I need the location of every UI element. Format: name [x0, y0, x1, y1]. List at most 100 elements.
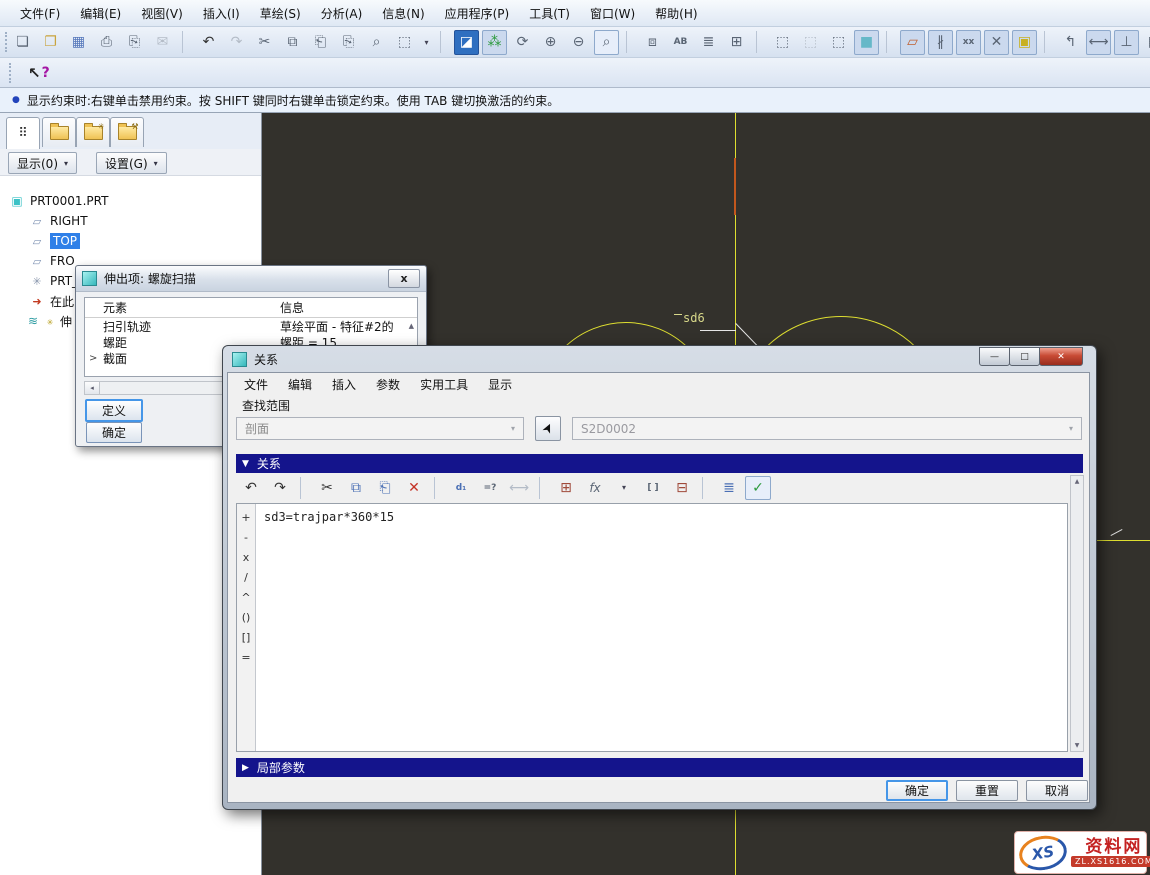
close-button[interactable]: x	[388, 269, 420, 288]
close-button[interactable]: ✕	[1039, 347, 1083, 366]
shaded-icon[interactable]: ■	[854, 30, 879, 55]
view-manager-icon[interactable]: ⊞	[724, 30, 749, 55]
ok-button[interactable]: 确定	[886, 780, 948, 801]
local-parameters-section-header[interactable]: ▶ 局部参数	[236, 758, 1083, 777]
tab-connections[interactable]: ⚒	[110, 117, 144, 147]
select-box-icon[interactable]: ⬚	[392, 30, 417, 55]
reset-button[interactable]: 重置	[956, 780, 1018, 801]
minimize-button[interactable]: —	[979, 347, 1010, 366]
relation-editor[interactable]: +-x/^()[]= sd3=trajpar*360*15	[236, 503, 1068, 752]
rel-menu-utilities[interactable]: 实用工具	[410, 373, 478, 396]
menu-tools[interactable]: 工具(T)	[519, 1, 580, 26]
insert-param-icon[interactable]: ⊞	[553, 476, 579, 500]
ok-button[interactable]: 确定	[86, 422, 142, 443]
redo-icon[interactable]: ↷	[267, 476, 293, 500]
define-button[interactable]: 定义	[85, 399, 143, 422]
sketch-view-icon[interactable]: ◪	[454, 30, 479, 55]
toolbar-grip[interactable]	[5, 32, 7, 52]
find-param-icon[interactable]: ⊟	[669, 476, 695, 500]
menu-analysis[interactable]: 分析(A)	[311, 1, 373, 26]
rel-menu-insert[interactable]: 插入	[322, 373, 366, 396]
scope-select[interactable]: 剖面 ▾	[236, 417, 524, 440]
new-file-icon[interactable]: ❏	[10, 30, 35, 55]
sketch-setup-icon[interactable]: ↰	[1058, 30, 1083, 55]
op-plus-button[interactable]: +	[241, 508, 250, 526]
scroll-down-icon[interactable]: ▼	[1075, 742, 1080, 749]
context-help-icon[interactable]: ↖ ?	[28, 64, 50, 82]
refit-icon[interactable]: ⌕	[594, 30, 619, 55]
select-item-button[interactable]: ➤	[535, 416, 561, 441]
undo-icon[interactable]: ↶	[196, 30, 221, 55]
hidden-line-icon[interactable]: ⬚	[798, 30, 823, 55]
paste-icon[interactable]: ⎗	[372, 476, 398, 500]
print-icon[interactable]: ⎙	[94, 30, 119, 55]
menu-help[interactable]: 帮助(H)	[645, 1, 707, 26]
op-divide-button[interactable]: /	[244, 568, 248, 586]
menu-window[interactable]: 窗口(W)	[580, 1, 645, 26]
evaluate-icon[interactable]: =?	[477, 476, 503, 500]
datum-refs-icon[interactable]: ⁂	[482, 30, 507, 55]
paste-icon[interactable]: ⎗	[308, 30, 333, 55]
cut-icon[interactable]: ✂	[314, 476, 340, 500]
vertical-scrollbar[interactable]: ▲ ▼	[1070, 475, 1084, 752]
layers-icon[interactable]: ≣	[696, 30, 721, 55]
grid-toggle-icon[interactable]: ▦	[1142, 30, 1150, 55]
menu-insert[interactable]: 插入(I)	[193, 1, 250, 26]
scroll-left-icon[interactable]: ◂	[85, 382, 100, 394]
switch-dims-icon[interactable]: d₁	[448, 476, 474, 500]
zoom-in-icon[interactable]: ⊕	[538, 30, 563, 55]
rel-menu-parameters[interactable]: 参数	[366, 373, 410, 396]
menu-sketch[interactable]: 草绘(S)	[250, 1, 311, 26]
dialog-title-bar[interactable]: 伸出项: 螺旋扫描 x	[76, 266, 426, 292]
functions-icon[interactable]: fx	[582, 476, 608, 500]
cancel-button[interactable]: 取消	[1026, 780, 1088, 801]
functions-caret-icon[interactable]: ▾	[611, 476, 637, 500]
menu-edit[interactable]: 编辑(E)	[70, 1, 131, 26]
wireframe-icon[interactable]: ⬚	[770, 30, 795, 55]
find-icon[interactable]: ⌕	[364, 30, 389, 55]
delete-icon[interactable]: ✕	[401, 476, 427, 500]
tree-node-top[interactable]: TOP	[0, 231, 261, 251]
show-section-icon[interactable]: ▱	[900, 30, 925, 55]
undo-icon[interactable]: ↶	[238, 476, 264, 500]
op-minus-button[interactable]: -	[244, 528, 248, 546]
cut-icon[interactable]: ✂	[252, 30, 277, 55]
verify-icon[interactable]: ✓	[745, 476, 771, 500]
menu-file[interactable]: 文件(F)	[10, 1, 70, 26]
spin-center-icon[interactable]: ⟳	[510, 30, 535, 55]
annotation-icon[interactable]: AB	[668, 30, 693, 55]
toolbar-grip[interactable]	[9, 63, 17, 83]
copy-icon[interactable]: ⧉	[280, 30, 305, 55]
rel-menu-file[interactable]: 文件	[234, 373, 278, 396]
object-name-combo[interactable]: S2D0002 ▾	[572, 417, 1082, 440]
settings-dropdown-button[interactable]: 设置(G) ▾	[96, 152, 167, 174]
no-hidden-icon[interactable]: ⬚	[826, 30, 851, 55]
relations-section-header[interactable]: ▼ 关系	[236, 454, 1083, 473]
mail-icon[interactable]: ✉	[150, 30, 175, 55]
relation-expression[interactable]: sd3=trajpar*360*15	[264, 510, 394, 524]
op-parens-button[interactable]: ()	[242, 608, 251, 626]
select-box-caret-icon[interactable]: ▾	[420, 30, 433, 55]
sort-relations-icon[interactable]: ≣	[716, 476, 742, 500]
scroll-up-icon[interactable]: ▲	[409, 322, 414, 330]
reorient-icon[interactable]: ⧈	[640, 30, 665, 55]
tab-model-tree[interactable]: ⠿	[6, 117, 40, 149]
maximize-button[interactable]: □	[1009, 347, 1040, 366]
show-dropdown-button[interactable]: 显示(0) ▾	[8, 152, 77, 174]
paste-special-icon[interactable]: ⎘	[336, 30, 361, 55]
op-brackets-button[interactable]: []	[242, 628, 251, 646]
dialog-title-bar[interactable]: 关系	[223, 346, 1096, 372]
zoom-out-icon[interactable]: ⊖	[566, 30, 591, 55]
rel-menu-show[interactable]: 显示	[478, 373, 522, 396]
op-multiply-button[interactable]: x	[243, 548, 250, 566]
constraints-toggle-icon[interactable]: ⊥	[1114, 30, 1139, 55]
table-row[interactable]: 扫引轨迹 草绘平面 - 特征#2的 ▲	[85, 318, 417, 334]
rel-menu-edit[interactable]: 编辑	[278, 373, 322, 396]
dimension-label[interactable]: sd6	[683, 311, 705, 325]
brackets-icon[interactable]: [ ]	[640, 476, 666, 500]
menu-view[interactable]: 视图(V)	[131, 1, 193, 26]
print-preview-icon[interactable]: ⎘	[122, 30, 147, 55]
show-verts-icon[interactable]: ▣	[1012, 30, 1037, 55]
dims-toggle-icon[interactable]: ⟷	[1086, 30, 1111, 55]
menu-info[interactable]: 信息(N)	[372, 1, 434, 26]
